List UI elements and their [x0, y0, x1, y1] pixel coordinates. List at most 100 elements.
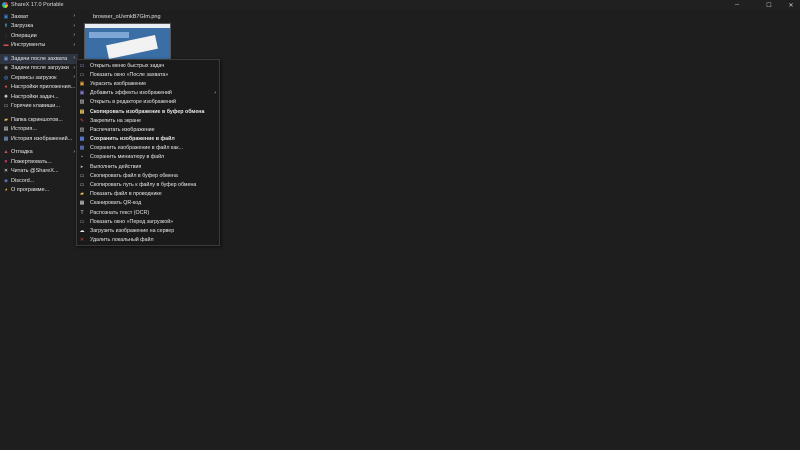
quick-tasks-icon: ▭ — [79, 62, 85, 69]
sidebar-item-tools[interactable]: ⋮ Операции › — [0, 31, 78, 41]
sidebar-item-camera[interactable]: ▣ Захват › — [0, 12, 78, 22]
close-button[interactable]: ✕ — [782, 0, 800, 10]
menu-item-editor[interactable]: ▨ Открыть в редакторе изображений — [77, 98, 219, 107]
after-capture-icon: ▣ — [3, 55, 9, 62]
copy-image-icon: ▤ — [79, 108, 85, 115]
menu-item-label: Загрузить изображение на сервер — [90, 227, 175, 234]
sidebar-item-x[interactable]: ✕ Читать @ShareX... — [0, 167, 78, 177]
sidebar-item-folder[interactable]: ▰ Папка скриншотов... — [0, 115, 78, 125]
task-settings-icon: ✹ — [3, 93, 9, 100]
pin-icon: ✎ — [79, 117, 85, 124]
sidebar-item-toolbox[interactable]: ▬ Инструменты › — [0, 41, 78, 51]
sidebar-item-label: История изображений... — [11, 135, 73, 142]
sidebar-item-about[interactable]: ◕ О программе... — [0, 186, 78, 196]
menu-item-qr[interactable]: ▦ Сканировать QR-код — [77, 199, 219, 208]
menu-item-save[interactable]: ▩ Сохранить изображение в файл — [77, 135, 219, 144]
menu-item-label: Скопировать файл в буфер обмена — [90, 172, 178, 179]
sidebar-item-upload[interactable]: ⬆ Загрузка › — [0, 22, 78, 32]
sidebar-item-label: Задачи после загрузки — [11, 65, 69, 72]
menu-item-actions[interactable]: ▸ Выполнить действия — [77, 162, 219, 171]
folder-icon: ▰ — [4, 116, 8, 123]
sidebar-item-history[interactable]: ▤ История... — [0, 125, 78, 135]
title-bar: ShareX 17.0 Portable ─ ☐ ✕ — [0, 0, 800, 10]
menu-item-beautify[interactable]: ▣ Украсить изображение — [77, 79, 219, 88]
thumbnail-icon: ▪ — [81, 154, 83, 161]
save-icon: ▩ — [79, 136, 85, 143]
chevron-right-icon: › — [73, 74, 75, 80]
sidebar-item-task-settings[interactable]: ✹ Настройки задач... — [0, 92, 78, 102]
sidebar-item-label: Пожертвовать... — [11, 158, 52, 165]
sidebar-item-settings[interactable]: ● Настройки приложения... — [0, 83, 78, 93]
menu-item-label: Распечатать изображение — [90, 126, 155, 133]
chevron-right-icon: › — [73, 148, 75, 155]
effects-icon: ▣ — [79, 90, 85, 97]
chevron-right-icon: › — [73, 41, 75, 48]
chevron-right-icon: › — [73, 32, 75, 38]
menu-item-pin[interactable]: ✎ Закрепить на экране — [77, 116, 219, 125]
sidebar-item-debug[interactable]: ▲ Отладка › — [0, 148, 78, 158]
chevron-right-icon: › — [73, 13, 75, 19]
chevron-right-icon: › — [214, 89, 216, 96]
menu-item-printer[interactable]: ▥ Распечатать изображение — [77, 125, 219, 134]
menu-item-label: Сохранить миниатюру в файл — [90, 154, 165, 161]
menu-item-label: Сохранить изображение в файл — [90, 136, 175, 143]
sidebar-menu: ▣ Захват › ⬆ Загрузка › ⋮ Операции › ▬ Инструменты… — [0, 2, 78, 195]
menu-item-window[interactable]: ▭ Показать окно «После захвата» — [77, 70, 219, 79]
menu-item-label: Закрепить на экране — [90, 117, 141, 124]
menu-item-copy-image[interactable]: ▤ Скопировать изображение в буфер обмена — [77, 107, 219, 116]
services-icon: ◍ — [3, 74, 9, 81]
menu-item-explorer[interactable]: ▰ Показать файл в проводнике — [77, 190, 219, 199]
after-capture-submenu: ▭ Открыть меню быстрых задач ▭ Показать окн… — [76, 59, 220, 246]
sidebar-item-after-capture[interactable]: ▣ Задачи после захвата › — [0, 54, 78, 64]
sidebar-item-services[interactable]: ◍ Сервисы загрузок › — [0, 73, 78, 83]
about-icon: ◕ — [4, 187, 8, 194]
discord-icon: ◈ — [4, 177, 8, 184]
menu-item-save-as[interactable]: ▩ Сохранить изображение в файл как... — [77, 144, 219, 153]
sidebar-item-label: Операции — [11, 32, 37, 39]
menu-item-copy-file[interactable]: ▭ Скопировать файл в буфер обмена — [77, 171, 219, 180]
menu-item-before-upload[interactable]: ▭ Показать окно «Перед загрузкой» — [77, 217, 219, 226]
menu-item-label: Показать окно «Перед загрузкой» — [90, 218, 174, 225]
sidebar-item-label: Отладка — [11, 149, 33, 156]
menu-item-ocr[interactable]: T Распознать текст (OCR) — [77, 208, 219, 217]
sidebar-item-image-history[interactable]: ▦ История изображений... — [0, 134, 78, 144]
sidebar-item-heart[interactable]: ♥ Пожертвовать... — [0, 157, 78, 167]
debug-icon: ▲ — [3, 149, 9, 156]
menu-item-copy-path[interactable]: ▭ Скопировать путь к файлу в буфер обмена — [77, 180, 219, 189]
maximize-button[interactable]: ☐ — [760, 0, 778, 10]
menu-item-label: Показать окно «После захвата» — [90, 71, 169, 78]
tools-icon: ⋮ — [3, 32, 9, 39]
menu-item-quick-tasks[interactable]: ▭ Открыть меню быстрых задач — [77, 61, 219, 70]
sidebar-item-discord[interactable]: ◈ Discord... — [0, 176, 78, 186]
toolbox-icon: ▬ — [3, 42, 9, 49]
chevron-right-icon: › — [73, 22, 75, 29]
delete-icon: ✕ — [79, 237, 85, 244]
sidebar-item-label: История... — [11, 126, 37, 133]
menu-item-cloud-upload[interactable]: ☁ Загрузить изображение на сервер — [77, 226, 219, 235]
sidebar-item-label: Discord... — [11, 177, 35, 184]
menu-item-delete[interactable]: ✕ Удалить локальный файл — [77, 236, 219, 245]
sidebar-item-hotkeys[interactable]: ▭ Горячие клавиши... — [0, 102, 78, 112]
cloud-upload-icon: ☁ — [79, 227, 85, 234]
sidebar-item-after-upload[interactable]: ◉ Задачи после загрузки › — [0, 64, 78, 74]
actions-icon: ▸ — [80, 163, 84, 170]
sidebar-item-label: Папка скриншотов... — [11, 116, 63, 123]
camera-icon: ▣ — [3, 13, 9, 20]
sidebar-item-label: Настройки приложения... — [11, 84, 76, 91]
menu-item-label: Скопировать путь к файлу в буфер обмена — [90, 182, 197, 189]
menu-item-label: Сканировать QR-код — [90, 200, 142, 207]
sidebar-item-label: Загрузка — [11, 23, 34, 30]
menu-item-thumbnail[interactable]: ▪ Сохранить миниатюру в файл — [77, 153, 219, 162]
minimize-button[interactable]: ─ — [728, 0, 746, 10]
sidebar-item-label: Сервисы загрузок — [11, 74, 57, 81]
menu-item-label: Скопировать изображение в буфер обмена — [90, 108, 205, 115]
menu-item-label: Открыть в редакторе изображений — [90, 99, 176, 106]
sidebar-item-label: Инструменты — [11, 42, 46, 49]
upload-icon: ⬆ — [3, 23, 9, 30]
hotkeys-icon: ▭ — [3, 103, 9, 110]
image-history-icon: ▦ — [3, 135, 9, 142]
explorer-icon: ▰ — [80, 191, 84, 198]
history-icon: ▤ — [3, 126, 9, 133]
menu-item-effects[interactable]: ▣ Добавить эффекты изображений › — [77, 89, 219, 98]
menu-item-label: Открыть меню быстрых задач — [90, 62, 165, 69]
